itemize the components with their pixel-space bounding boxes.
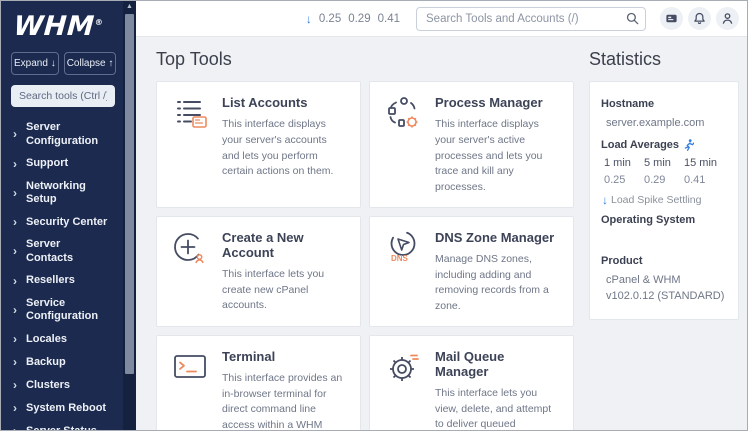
sidebar-item-server-configuration[interactable]: ›Server Configuration [1, 117, 123, 153]
sidebar-item-system-reboot[interactable]: ›System Reboot [1, 397, 123, 420]
chevron-right-icon: › [13, 186, 17, 201]
arrow-down-icon: ↓ [51, 58, 56, 69]
chevron-right-icon: › [13, 355, 17, 370]
statistics-title: Statistics [589, 49, 739, 70]
chevron-right-icon: › [13, 215, 17, 230]
process-manager-icon [383, 93, 423, 133]
card-dns-zone-manager[interactable]: DNS DNS Zone Manager Manage DNS zones, i… [369, 216, 574, 327]
card-title: Mail Queue Manager [435, 349, 560, 379]
sidebar-item-server-status[interactable]: ›Server Status [1, 420, 123, 430]
card-terminal[interactable]: Terminal This interface provides an in-b… [156, 335, 361, 430]
statistics-section: Statistics Hostname server.example.com L… [589, 45, 739, 430]
card-process-manager[interactable]: Process Manager This interface displays … [369, 81, 574, 208]
arrow-up-icon: ↑ [108, 58, 113, 69]
load-15min: 0.41 [378, 13, 400, 25]
sidebar-item-server-contacts[interactable]: ›Server Contacts [1, 234, 123, 270]
card-icon [665, 12, 678, 25]
card-list-accounts[interactable]: List Accounts This interface displays yo… [156, 81, 361, 208]
card-title: Terminal [222, 349, 347, 364]
card-create-new-account[interactable]: Create a New Account This interface lets… [156, 216, 361, 327]
card-description: This interface provides an in-browser te… [222, 371, 347, 430]
whm-dashboard: WHM® Expand ↓ Collapse ↑ ›Server Configu… [0, 0, 748, 431]
sidebar-item-security-center[interactable]: ›Security Center [1, 211, 123, 234]
header-icon-buttons [660, 7, 739, 30]
header-load-averages: ↓ 0.25 0.29 0.41 [306, 12, 400, 26]
card-title: Create a New Account [222, 230, 347, 260]
top-tools-section: Top Tools List Accounts [156, 45, 574, 430]
hostname-value: server.example.com [601, 116, 727, 132]
operating-system-value [601, 232, 727, 248]
dns-zone-icon: DNS [383, 228, 423, 268]
sidebar-item-networking-setup[interactable]: ›Networking Setup [1, 176, 123, 212]
hostname-label: Hostname [601, 98, 727, 110]
chevron-right-icon: › [13, 332, 17, 347]
terminal-icon [170, 347, 210, 387]
sidebar-scrollbar[interactable]: ▲ [123, 1, 136, 430]
runner-icon [684, 139, 694, 151]
sidebar-item-clusters[interactable]: ›Clusters [1, 374, 123, 397]
chevron-right-icon: › [13, 244, 17, 259]
collapse-button[interactable]: Collapse ↑ [64, 52, 117, 75]
sidebar-item-locales[interactable]: ›Locales [1, 328, 123, 351]
create-account-icon [170, 228, 210, 268]
chevron-right-icon: › [13, 274, 17, 289]
load-averages-table: 1 min 5 min 15 min 0.25 0.29 0.41 [601, 157, 727, 186]
sidebar-item-backup[interactable]: ›Backup [1, 351, 123, 374]
global-search-input[interactable] [416, 7, 646, 31]
product-label: Product [601, 255, 727, 267]
sidebar-search-input[interactable] [11, 85, 115, 107]
content-area: Top Tools List Accounts [136, 37, 747, 430]
chevron-right-icon: › [13, 127, 17, 142]
chevron-right-icon: › [13, 401, 17, 416]
card-description: This interface displays your server's ac… [222, 117, 347, 180]
scroll-up-icon[interactable]: ▲ [123, 1, 136, 13]
mail-queue-icon [383, 347, 423, 387]
scrollbar-thumb[interactable] [125, 14, 134, 374]
card-mail-queue-manager[interactable]: Mail Queue Manager This interface lets y… [369, 335, 574, 430]
load-value-5min: 0.29 [644, 174, 684, 186]
global-search [416, 7, 646, 31]
load-1min: 0.25 [319, 13, 341, 25]
user-icon [721, 12, 734, 25]
card-title: List Accounts [222, 95, 347, 110]
user-button[interactable] [716, 7, 739, 30]
load-spike-link[interactable]: ↓ Load Spike Settling [602, 193, 727, 207]
load-value-15min: 0.41 [684, 174, 724, 186]
notifications-button[interactable] [688, 7, 711, 30]
top-bar: ↓ 0.25 0.29 0.41 [136, 1, 747, 37]
card-description: This interface lets you create new cPane… [222, 267, 347, 314]
operating-system-label: Operating System [601, 214, 727, 226]
product-value: cPanel & WHM v102.0.12 (STANDARD) [601, 273, 727, 305]
sidebar-item-support[interactable]: ›Support [1, 153, 123, 176]
card-title: DNS Zone Manager [435, 230, 560, 245]
chevron-right-icon: › [13, 303, 17, 318]
main-area: ↓ 0.25 0.29 0.41 [136, 1, 747, 430]
svg-text:DNS: DNS [391, 254, 409, 263]
card-description: This interface lets you view, delete, an… [435, 386, 560, 430]
sidebar: WHM® Expand ↓ Collapse ↑ ›Server Configu… [1, 1, 136, 430]
chevron-right-icon: › [13, 424, 17, 430]
card-description: Manage DNS zones, including adding and r… [435, 252, 560, 315]
sidebar-item-service-configuration[interactable]: ›Service Configuration [1, 293, 123, 329]
list-accounts-icon [170, 93, 210, 133]
card-description: This interface displays your server's ac… [435, 117, 560, 196]
load-value-1min: 0.25 [604, 174, 644, 186]
search-icon [626, 12, 639, 25]
load-trend-down-icon: ↓ [306, 12, 312, 26]
chevron-right-icon: › [13, 157, 17, 172]
top-tools-title: Top Tools [156, 49, 574, 70]
card-title: Process Manager [435, 95, 560, 110]
load-5min: 0.29 [348, 13, 370, 25]
bell-icon [693, 12, 706, 25]
feature-showcase-button[interactable] [660, 7, 683, 30]
chevron-right-icon: › [13, 378, 17, 393]
statistics-card: Hostname server.example.com Load Average… [589, 81, 739, 320]
load-averages-label: Load Averages [601, 139, 727, 151]
top-tools-grid: List Accounts This interface displays yo… [156, 81, 574, 430]
whm-logo: WHM® [1, 1, 125, 44]
arrow-down-icon: ↓ [602, 193, 608, 207]
sidebar-nav: ›Server Configuration ›Support ›Networki… [1, 117, 123, 430]
expand-button[interactable]: Expand ↓ [11, 52, 59, 75]
sidebar-item-resellers[interactable]: ›Resellers [1, 270, 123, 293]
